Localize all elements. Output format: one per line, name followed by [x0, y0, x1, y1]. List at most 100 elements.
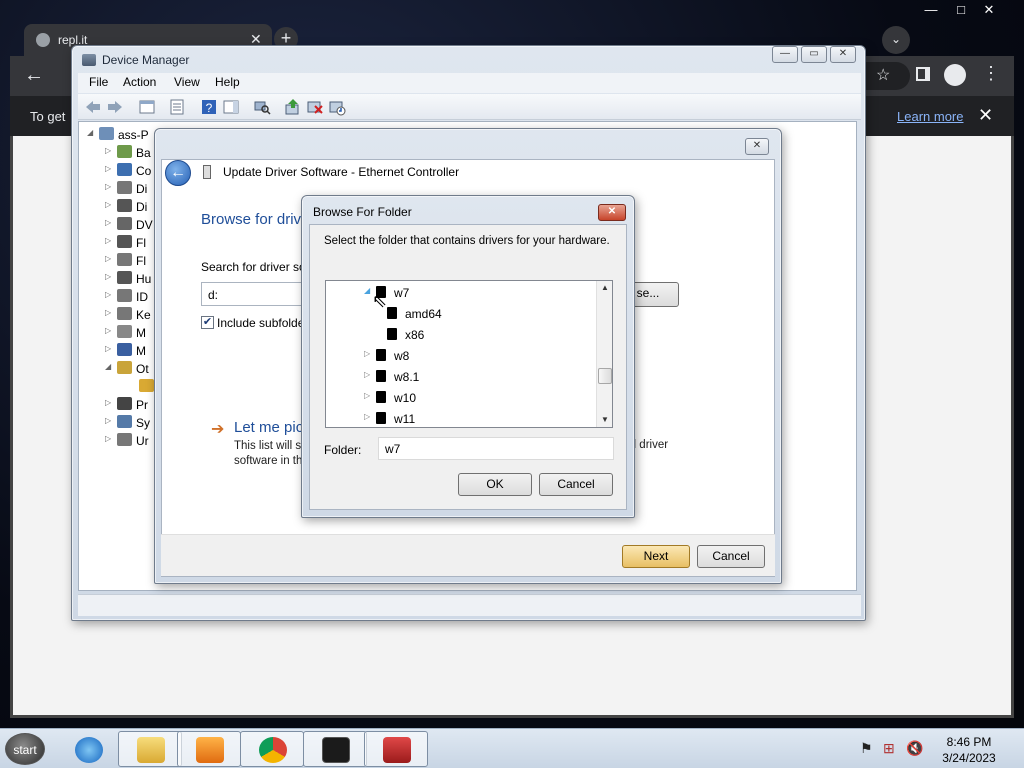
include-subfolders-checkbox[interactable]: ✔ [201, 316, 214, 329]
folder-icon [387, 328, 397, 340]
chrome-menu-icon[interactable]: ⋮ [982, 63, 1000, 84]
taskbar-chrome[interactable] [240, 731, 304, 767]
folder-row[interactable]: amd64 [375, 304, 595, 325]
collapse-arrow-icon[interactable]: ◢ [364, 286, 370, 295]
folder-input[interactable]: w7 [378, 437, 614, 460]
tree-category-label: Di [136, 200, 148, 214]
expand-arrow-icon[interactable]: ▷ [364, 349, 370, 358]
close-button[interactable]: ✕ [745, 138, 769, 155]
infobar-close-icon[interactable]: ✕ [978, 105, 993, 126]
expand-arrow-icon[interactable]: ▷ [105, 236, 111, 245]
action-center-flag-icon[interactable]: ⚑ [860, 740, 873, 757]
network-icon[interactable]: ⊞ [883, 740, 895, 757]
dialog-body: Select the folder that contains drivers … [309, 224, 627, 510]
device-category-icon [117, 397, 132, 410]
uninstall-icon[interactable] [306, 98, 324, 116]
infobar-message: To get [30, 109, 66, 124]
expand-arrow-icon[interactable]: ▷ [364, 370, 370, 379]
folder-row[interactable]: x86 [375, 325, 595, 346]
arrow-icon: ➔ [211, 421, 225, 438]
expand-arrow-icon[interactable]: ▷ [105, 398, 111, 407]
expand-arrow-icon[interactable]: ▷ [364, 391, 370, 400]
taskbar-toolbox[interactable] [364, 731, 428, 767]
expand-arrow-icon[interactable]: ▷ [105, 164, 111, 173]
learn-more-link[interactable]: Learn more [897, 109, 963, 124]
menu-file[interactable]: File [89, 75, 108, 89]
back-arrow-icon[interactable]: ← [24, 64, 44, 87]
help-icon[interactable]: ? [200, 98, 218, 116]
maximize-button[interactable]: ▭ [801, 46, 827, 63]
clock[interactable]: 8:46 PM 3/24/2023 [930, 734, 1008, 766]
ok-button[interactable]: OK [458, 473, 532, 496]
folder-row[interactable]: ◢ w7 [364, 283, 584, 304]
expand-arrow-icon[interactable]: ▷ [105, 146, 111, 155]
start-button[interactable]: start [5, 733, 45, 765]
cancel-button[interactable]: Cancel [539, 473, 613, 496]
cancel-button[interactable]: Cancel [697, 545, 765, 568]
taskbar-media-player[interactable] [177, 731, 241, 767]
device-category-icon [117, 181, 132, 194]
folder-row[interactable]: ▷ w11 [364, 409, 584, 430]
expand-arrow-icon[interactable]: ▷ [105, 200, 111, 209]
expand-arrow-icon[interactable]: ▷ [364, 412, 370, 421]
scroll-down-icon[interactable]: ▼ [601, 415, 609, 424]
update-driver-icon[interactable] [284, 98, 302, 116]
next-button[interactable]: Next [622, 545, 690, 568]
back-button[interactable]: ← [165, 160, 191, 186]
folder-icon [376, 349, 386, 361]
volume-muted-icon[interactable]: 🔇 [906, 740, 923, 757]
forward-icon[interactable] [106, 98, 124, 116]
collapse-arrow-icon[interactable]: ◢ [105, 362, 111, 371]
tree-category-label: ID [136, 290, 148, 304]
clock-date: 3/24/2023 [942, 751, 996, 765]
show-hide-console-icon[interactable] [138, 98, 156, 116]
folder-row[interactable]: ▷ w8 [364, 346, 584, 367]
folder-row[interactable]: ▷ w8.1 [364, 367, 584, 388]
expand-arrow-icon[interactable]: ▷ [105, 326, 111, 335]
side-panel-icon[interactable] [916, 67, 930, 81]
profile-avatar[interactable] [944, 64, 966, 86]
maximize-button[interactable]: □ [946, 0, 976, 22]
scroll-thumb[interactable] [598, 368, 612, 384]
expand-arrow-icon[interactable]: ▷ [105, 434, 111, 443]
taskbar-internet-explorer[interactable] [56, 731, 120, 767]
expand-arrow-icon[interactable]: ▷ [105, 290, 111, 299]
device-category-icon [117, 145, 132, 158]
back-icon[interactable] [84, 98, 102, 116]
menu-view[interactable]: View [174, 75, 200, 89]
tree-category-label: M [136, 344, 146, 358]
minimize-button[interactable]: — [772, 46, 798, 63]
toolbox-icon [383, 737, 411, 763]
device-category-icon [117, 253, 132, 266]
expand-arrow-icon[interactable]: ▷ [105, 182, 111, 191]
desc-tail: ll driver [631, 439, 669, 451]
close-window-button[interactable]: ✕ [974, 0, 1004, 22]
expand-arrow-icon[interactable]: ▷ [105, 308, 111, 317]
expand-arrow-icon[interactable]: ▷ [105, 254, 111, 263]
action-pane-icon[interactable] [222, 98, 240, 116]
collapse-arrow-icon[interactable]: ◢ [87, 128, 93, 137]
menu-action[interactable]: Action [123, 75, 156, 89]
scroll-up-icon[interactable]: ▲ [601, 283, 609, 292]
minimize-button[interactable]: — [916, 0, 946, 22]
close-button[interactable]: ✕ [598, 204, 626, 221]
scan-hardware-icon[interactable] [253, 98, 271, 116]
folder-tree[interactable]: ◢ w7 amd64 x86 ▷ w8 ▷ w8.1 ▷ w10 ▷ w11 ⇖ ▲ ▼ [325, 280, 613, 428]
expand-arrow-icon[interactable]: ▷ [105, 218, 111, 227]
expand-arrow-icon[interactable]: ▷ [105, 416, 111, 425]
bookmark-star-icon[interactable]: ☆ [876, 65, 890, 85]
taskbar-terminal[interactable] [303, 731, 367, 767]
properties-icon[interactable] [168, 98, 186, 116]
folder-row[interactable]: ▷ w10 [364, 388, 584, 409]
disable-device-icon[interactable] [328, 98, 346, 116]
close-button[interactable]: ✕ [830, 46, 856, 63]
taskbar-file-explorer[interactable] [118, 731, 182, 767]
tab-search-button[interactable]: ⌄ [882, 26, 910, 54]
expand-arrow-icon[interactable]: ▷ [105, 272, 111, 281]
expand-arrow-icon[interactable]: ▷ [105, 344, 111, 353]
dialog-prompt: Select the folder that contains drivers … [324, 235, 610, 247]
let-me-pick-link[interactable]: Let me pic [234, 419, 303, 436]
tree-category-label: Hu [136, 272, 152, 286]
menu-help[interactable]: Help [215, 75, 240, 89]
vertical-scrollbar[interactable]: ▲ ▼ [596, 281, 612, 427]
